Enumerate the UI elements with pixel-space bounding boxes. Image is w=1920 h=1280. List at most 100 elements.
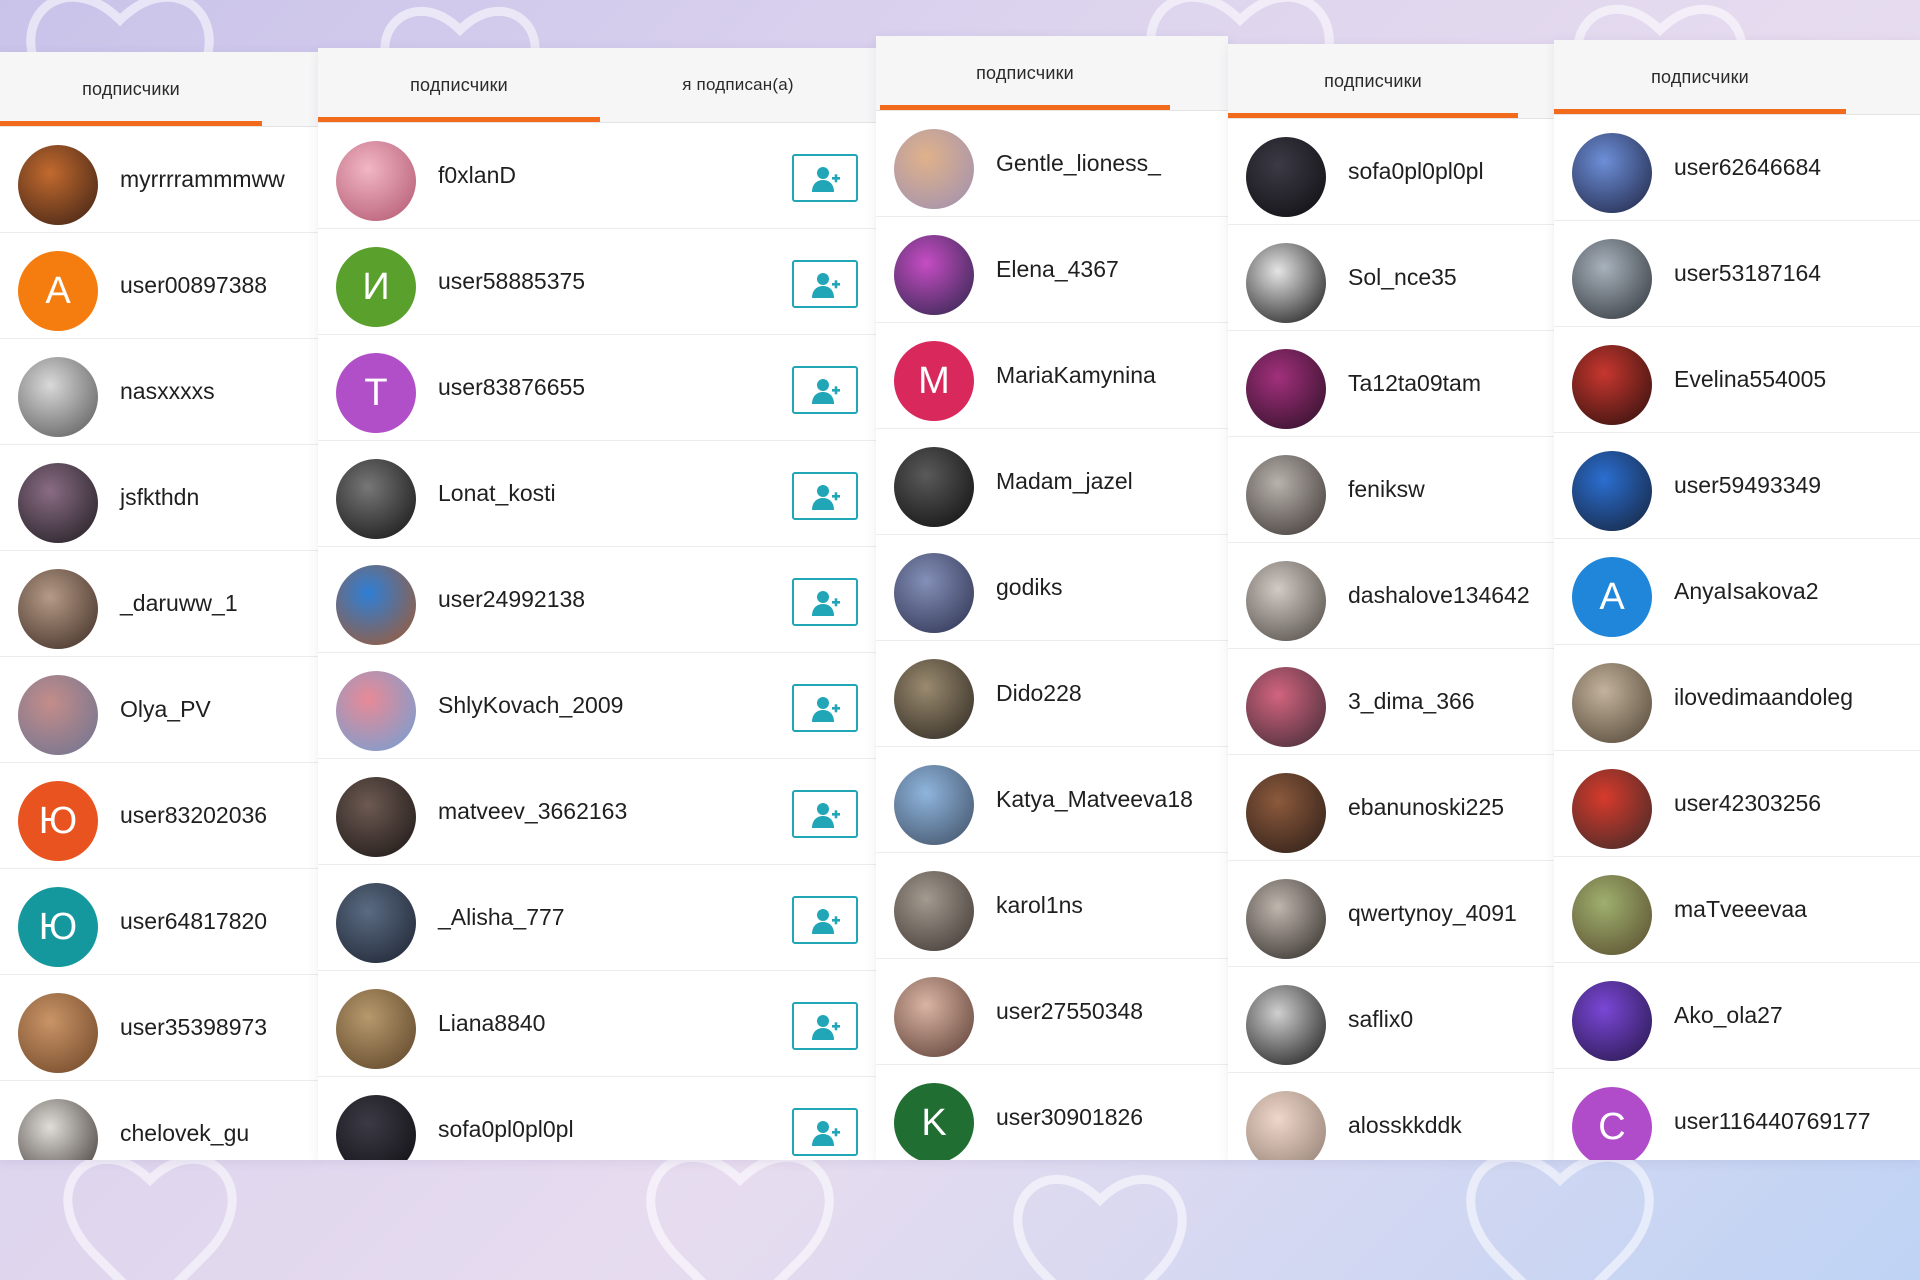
username[interactable]: _daruww_1 bbox=[120, 551, 238, 656]
follower-row[interactable]: Ta12ta09tam bbox=[1228, 331, 1554, 437]
username[interactable]: nasxxxxs bbox=[120, 339, 215, 444]
follower-row[interactable]: _Alisha_777 bbox=[318, 865, 876, 971]
follower-row[interactable]: Gentle_lioness_ bbox=[876, 111, 1228, 217]
tab-following[interactable]: я подписан(а) bbox=[600, 48, 876, 122]
follower-row[interactable]: alosskkddk bbox=[1228, 1073, 1554, 1160]
tab-followers[interactable]: подписчики bbox=[1228, 44, 1518, 118]
avatar[interactable] bbox=[336, 671, 416, 751]
follower-row[interactable]: Elena_4367 bbox=[876, 217, 1228, 323]
follower-row[interactable]: jsfkthdn bbox=[0, 445, 318, 551]
follower-row[interactable]: Liana8840 bbox=[318, 971, 876, 1077]
follower-row[interactable]: qwertynoy_4091 bbox=[1228, 861, 1554, 967]
username[interactable]: qwertynoy_4091 bbox=[1348, 861, 1517, 966]
username[interactable]: Ako_ola27 bbox=[1674, 963, 1783, 1068]
avatar[interactable] bbox=[1572, 239, 1652, 319]
username[interactable]: godiks bbox=[996, 535, 1062, 640]
username[interactable]: user83876655 bbox=[438, 335, 585, 440]
follower-row[interactable]: myrrrrammmww bbox=[0, 127, 318, 233]
avatar[interactable] bbox=[1246, 137, 1326, 217]
avatar[interactable] bbox=[18, 1099, 98, 1160]
username[interactable]: sofa0pl0pl0pl bbox=[438, 1077, 574, 1160]
avatar[interactable] bbox=[1572, 451, 1652, 531]
username[interactable]: sofa0pl0pl0pl bbox=[1348, 119, 1484, 224]
follower-row[interactable]: Ako_ola27 bbox=[1554, 963, 1920, 1069]
follower-row[interactable]: Evelina554005 bbox=[1554, 327, 1920, 433]
avatar[interactable] bbox=[894, 977, 974, 1057]
follower-row[interactable]: user35398973 bbox=[0, 975, 318, 1081]
follow-back-button[interactable] bbox=[792, 684, 858, 732]
avatar[interactable] bbox=[894, 871, 974, 951]
username[interactable]: myrrrrammmww bbox=[120, 127, 285, 232]
username[interactable]: matveev_3662163 bbox=[438, 759, 627, 864]
username[interactable]: maTveeevaa bbox=[1674, 857, 1807, 962]
avatar[interactable] bbox=[1572, 345, 1652, 425]
username[interactable]: feniksw bbox=[1348, 437, 1425, 542]
avatar[interactable] bbox=[1572, 875, 1652, 955]
avatar[interactable] bbox=[1572, 663, 1652, 743]
username[interactable]: Elena_4367 bbox=[996, 217, 1119, 322]
tab-followers[interactable]: подписчики bbox=[0, 52, 262, 126]
follower-row[interactable]: ebanunoski225 bbox=[1228, 755, 1554, 861]
follower-row[interactable]: dashalove134642 bbox=[1228, 543, 1554, 649]
avatar[interactable] bbox=[18, 463, 98, 543]
follower-row[interactable]: feniksw bbox=[1228, 437, 1554, 543]
username[interactable]: Sol_nce35 bbox=[1348, 225, 1457, 330]
follower-row[interactable]: matveev_3662163 bbox=[318, 759, 876, 865]
follower-row[interactable]: user42303256 bbox=[1554, 751, 1920, 857]
avatar[interactable] bbox=[336, 565, 416, 645]
follower-row[interactable]: Юuser64817820 bbox=[0, 869, 318, 975]
avatar[interactable] bbox=[336, 1095, 416, 1160]
follow-back-button[interactable] bbox=[792, 260, 858, 308]
avatar[interactable] bbox=[1246, 455, 1326, 535]
username[interactable]: user30901826 bbox=[996, 1065, 1143, 1160]
avatar[interactable] bbox=[1572, 981, 1652, 1061]
follower-row[interactable]: user62646684 bbox=[1554, 115, 1920, 221]
follower-row[interactable]: sofa0pl0pl0pl bbox=[1228, 119, 1554, 225]
avatar[interactable] bbox=[336, 777, 416, 857]
follower-row[interactable]: Sol_nce35 bbox=[1228, 225, 1554, 331]
follow-back-button[interactable] bbox=[792, 896, 858, 944]
avatar[interactable]: M bbox=[894, 341, 974, 421]
follow-back-button[interactable] bbox=[792, 472, 858, 520]
follower-row[interactable]: chelovek_gu bbox=[0, 1081, 318, 1160]
username[interactable]: Liana8840 bbox=[438, 971, 545, 1076]
username[interactable]: AnyaIsakova2 bbox=[1674, 539, 1818, 644]
avatar[interactable] bbox=[894, 553, 974, 633]
avatar[interactable] bbox=[894, 659, 974, 739]
avatar[interactable] bbox=[18, 675, 98, 755]
username[interactable]: user59493349 bbox=[1674, 433, 1821, 538]
avatar[interactable] bbox=[1246, 667, 1326, 747]
avatar[interactable] bbox=[1246, 561, 1326, 641]
avatar[interactable]: A bbox=[1572, 557, 1652, 637]
follower-row[interactable]: Kuser30901826 bbox=[876, 1065, 1228, 1160]
avatar[interactable]: C bbox=[1572, 1087, 1652, 1160]
follower-row[interactable]: godiks bbox=[876, 535, 1228, 641]
follower-row[interactable]: Katya_Matveeva18 bbox=[876, 747, 1228, 853]
avatar[interactable] bbox=[894, 765, 974, 845]
follower-row[interactable]: karol1ns bbox=[876, 853, 1228, 959]
username[interactable]: jsfkthdn bbox=[120, 445, 199, 550]
follower-row[interactable]: M MariaKamynina bbox=[876, 323, 1228, 429]
avatar[interactable] bbox=[894, 235, 974, 315]
follower-row[interactable]: 3_dima_366 bbox=[1228, 649, 1554, 755]
username[interactable]: Olya_PV bbox=[120, 657, 211, 762]
username[interactable]: user83202036 bbox=[120, 763, 267, 868]
username[interactable]: user64817820 bbox=[120, 869, 267, 974]
avatar[interactable] bbox=[1572, 769, 1652, 849]
follower-row[interactable]: Olya_PV bbox=[0, 657, 318, 763]
username[interactable]: user42303256 bbox=[1674, 751, 1821, 856]
username[interactable]: Ta12ta09tam bbox=[1348, 331, 1481, 436]
avatar[interactable] bbox=[336, 883, 416, 963]
follow-back-button[interactable] bbox=[792, 1108, 858, 1156]
follower-row[interactable]: Dido228 bbox=[876, 641, 1228, 747]
tab-followers[interactable]: подписчики bbox=[318, 48, 600, 122]
avatar[interactable]: Ю bbox=[18, 781, 98, 861]
username[interactable]: dashalove134642 bbox=[1348, 543, 1530, 648]
username[interactable]: MariaKamynina bbox=[996, 323, 1156, 428]
username[interactable]: user35398973 bbox=[120, 975, 267, 1080]
follower-row[interactable]: user53187164 bbox=[1554, 221, 1920, 327]
avatar[interactable] bbox=[1246, 773, 1326, 853]
avatar[interactable]: A bbox=[18, 251, 98, 331]
avatar[interactable]: K bbox=[894, 1083, 974, 1160]
username[interactable]: user62646684 bbox=[1674, 115, 1821, 220]
